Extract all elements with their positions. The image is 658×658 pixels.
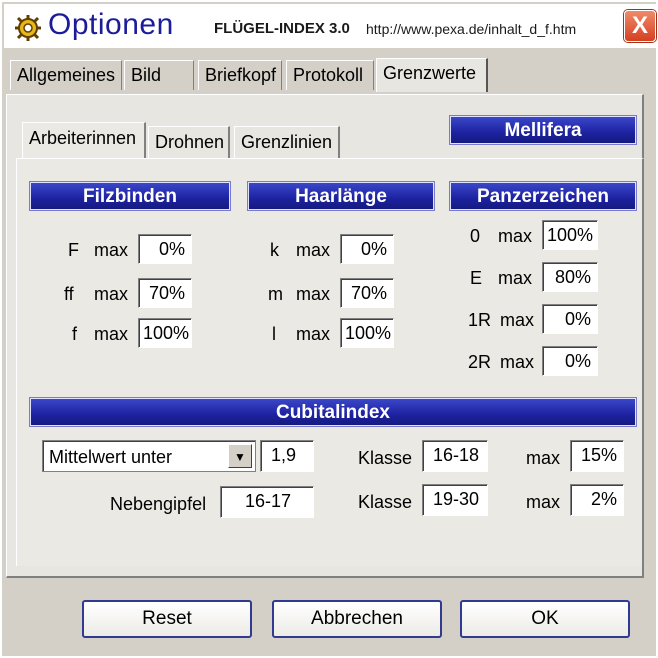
title-bar[interactable]: Optionen FLÜGEL-INDEX 3.0 http://www.pex… [4, 4, 656, 48]
filzbinden-label-f: f [72, 324, 78, 344]
klasse-label: Klasse [358, 492, 413, 512]
filzbinden-F-max-field[interactable]: 0% [138, 234, 192, 264]
gear-icon [15, 15, 41, 41]
haarlaenge-l-max-field[interactable]: 100% [340, 318, 394, 348]
tab-label: Grenzwerte [383, 63, 477, 83]
chevron-down-icon[interactable]: ▼ [228, 444, 252, 468]
nebengipfel-label: Nebengipfel [110, 494, 207, 514]
cubitalindex-header: Cubitalindex [29, 397, 637, 427]
tab-protokoll[interactable]: Protokoll [286, 60, 374, 90]
panzerzeichen-2R-max-field[interactable]: 0% [542, 346, 598, 376]
close-button[interactable]: X [624, 10, 656, 42]
max-label: max [500, 310, 535, 330]
klasse-1-range-field[interactable]: 16-18 [422, 440, 488, 472]
filzbinden-f-max-field[interactable]: 100% [138, 318, 192, 348]
haarlaenge-m-max-field[interactable]: 70% [340, 278, 394, 308]
max-label: max [498, 268, 533, 288]
tab-allgemeines[interactable]: Allgemeines [10, 60, 122, 90]
klasse-1-max-field[interactable]: 15% [570, 440, 624, 472]
tab-bild[interactable]: Bild [124, 60, 194, 90]
mittelwert-select[interactable]: Mittelwert unter ▼ [42, 440, 256, 472]
subtab-label: Arbeiterinnen [29, 128, 137, 148]
filzbinden-header: Filzbinden [29, 181, 231, 211]
app-version: FLÜGEL-INDEX 3.0 [214, 20, 350, 37]
subtab-grenzlinien[interactable]: Grenzlinien [234, 126, 340, 158]
cancel-button[interactable]: Abbrechen [272, 600, 442, 638]
subtab-arbeiterinnen[interactable]: Arbeiterinnen [22, 122, 146, 158]
klasse-2-max-field[interactable]: 2% [570, 484, 624, 516]
options-window: Optionen FLÜGEL-INDEX 3.0 http://www.pex… [0, 0, 658, 658]
haarlaenge-label-l: l [272, 324, 276, 344]
close-icon: X [631, 12, 648, 39]
klasse-label: Klasse [358, 448, 413, 468]
tab-label: Briefkopf [205, 65, 277, 85]
klasse-2-range-field[interactable]: 19-30 [422, 484, 488, 516]
tab-label: Allgemeines [17, 65, 116, 85]
panzerzeichen-label-0: 0 [470, 226, 481, 246]
select-value: Mittelwert unter [49, 447, 173, 467]
reset-button[interactable]: Reset [82, 600, 252, 638]
panzerzeichen-label-E: E [470, 268, 483, 288]
subtab-label: Drohnen [155, 132, 225, 152]
panzerzeichen-label-1R: 1R [468, 310, 492, 330]
tab-label: Protokoll [293, 65, 364, 85]
max-label: max [94, 284, 129, 304]
panzerzeichen-header: Panzerzeichen [449, 181, 637, 211]
window-title: Optionen [48, 8, 174, 41]
max-label: max [94, 240, 129, 260]
max-label: max [498, 226, 533, 246]
subtab-drohnen[interactable]: Drohnen [148, 126, 230, 158]
haarlaenge-label-k: k [270, 240, 279, 260]
nebengipfel-field[interactable]: 16-17 [220, 486, 314, 518]
mellifera-button[interactable]: Mellifera [449, 115, 637, 145]
max-label: max [296, 324, 331, 344]
haarlaenge-label-m: m [268, 284, 283, 304]
max-label: max [296, 240, 331, 260]
tab-briefkopf[interactable]: Briefkopf [198, 60, 282, 90]
mittelwert-value-field[interactable]: 1,9 [260, 440, 314, 472]
panzerzeichen-1R-max-field[interactable]: 0% [542, 304, 598, 334]
filzbinden-label-F: F [68, 240, 79, 260]
max-label: max [500, 352, 535, 372]
tab-label: Bild [131, 65, 162, 85]
subtab-label: Grenzlinien [241, 132, 333, 152]
tab-grenzwerte[interactable]: Grenzwerte [376, 58, 488, 92]
panzerzeichen-0-max-field[interactable]: 100% [542, 220, 598, 250]
filzbinden-ff-max-field[interactable]: 70% [138, 278, 192, 308]
filzbinden-label-ff: ff [64, 284, 74, 304]
panzerzeichen-label-2R: 2R [468, 352, 492, 372]
app-url: http://www.pexa.de/inhalt_d_f.htm [366, 21, 577, 37]
max-label: max [526, 492, 561, 512]
max-label: max [94, 324, 129, 344]
haarlaenge-k-max-field[interactable]: 0% [340, 234, 394, 264]
max-label: max [296, 284, 331, 304]
ok-button[interactable]: OK [460, 600, 630, 638]
panzerzeichen-E-max-field[interactable]: 80% [542, 262, 598, 292]
haarlaenge-header: Haarlänge [247, 181, 435, 211]
max-label: max [526, 448, 561, 468]
